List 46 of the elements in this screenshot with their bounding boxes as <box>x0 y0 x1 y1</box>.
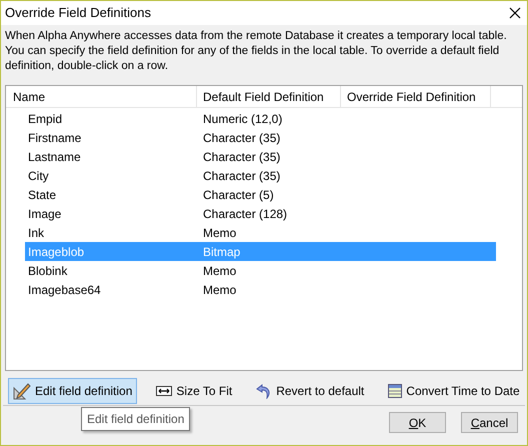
column-header[interactable]: Name <box>6 86 197 107</box>
tooltip: Edit field definition <box>81 407 190 431</box>
table-icon <box>388 384 402 398</box>
table-cell-text: Lastname <box>27 148 82 166</box>
double-arrow-icon <box>156 386 172 396</box>
pencil-ruler-icon <box>13 382 31 400</box>
table-row[interactable]: Lastname Character (35) <box>25 147 496 166</box>
table-cell-text: Imagebase64 <box>27 282 102 298</box>
table-row[interactable]: Firstname Character (35) <box>25 128 496 147</box>
table-row[interactable]: City Character (35) <box>25 166 496 185</box>
table-row[interactable]: Empid Numeric (12,0) <box>25 109 496 128</box>
dialog-button[interactable]: OK <box>389 412 446 433</box>
table-cell-text: Memo <box>202 262 236 280</box>
table-cell-text: Ink <box>27 224 46 242</box>
table-cell-text: Character (128) <box>202 206 288 222</box>
table-cell-text: Image <box>27 206 62 222</box>
description-text: When Alpha Anywhere accesses data from the remote Database it creates a temporary local table. You can specify the field definition for any of the fields in the local table. To override a default field definition, double-click on a row. <box>4 29 508 74</box>
table-cell-text: Character (35) <box>202 168 280 184</box>
toolbar-button[interactable]: Edit field definition <box>8 378 138 404</box>
table-cell-text: Character (5) <box>202 186 274 204</box>
toolbar-button[interactable]: Convert Time to Date <box>383 378 525 404</box>
table-cell-text: Memo <box>202 282 236 298</box>
table-row[interactable]: State Character (5) <box>25 185 496 204</box>
table-row[interactable]: Imagebase64 Memo <box>25 280 496 299</box>
table-row[interactable]: Image Character (128) <box>25 204 496 223</box>
table-cell-text: Numeric (12,0) <box>202 110 282 128</box>
column-header[interactable]: Default Field Definition <box>197 86 341 107</box>
table-cell-text: Character (35) <box>202 148 280 166</box>
table-cell-text: Bitmap <box>202 244 240 260</box>
column-header[interactable]: Override Field Definition <box>341 86 491 107</box>
undo-arrow-icon <box>256 382 272 398</box>
window-title: Override Field Definitions <box>5 4 151 22</box>
table-cell-text: Empid <box>27 110 64 128</box>
table-cell-text: City <box>27 168 50 184</box>
table-cell-text: Blobink <box>27 262 68 280</box>
table-cell-text: Memo <box>202 224 236 242</box>
table-cell-text: State <box>27 186 58 204</box>
toolbar-button[interactable]: Revert to default <box>251 378 370 404</box>
dialog-button[interactable]: Cancel <box>461 412 518 433</box>
table-cell-text: Character (35) <box>202 130 280 146</box>
table-row[interactable]: Ink Memo <box>25 223 496 242</box>
table-cell-text: Imageblob <box>27 244 86 260</box>
close-icon[interactable] <box>509 7 521 19</box>
table-row[interactable]: Blobink Memo <box>25 261 496 280</box>
table-cell-text: Firstname <box>27 130 82 146</box>
toolbar-button[interactable]: Size To Fit <box>151 378 238 404</box>
